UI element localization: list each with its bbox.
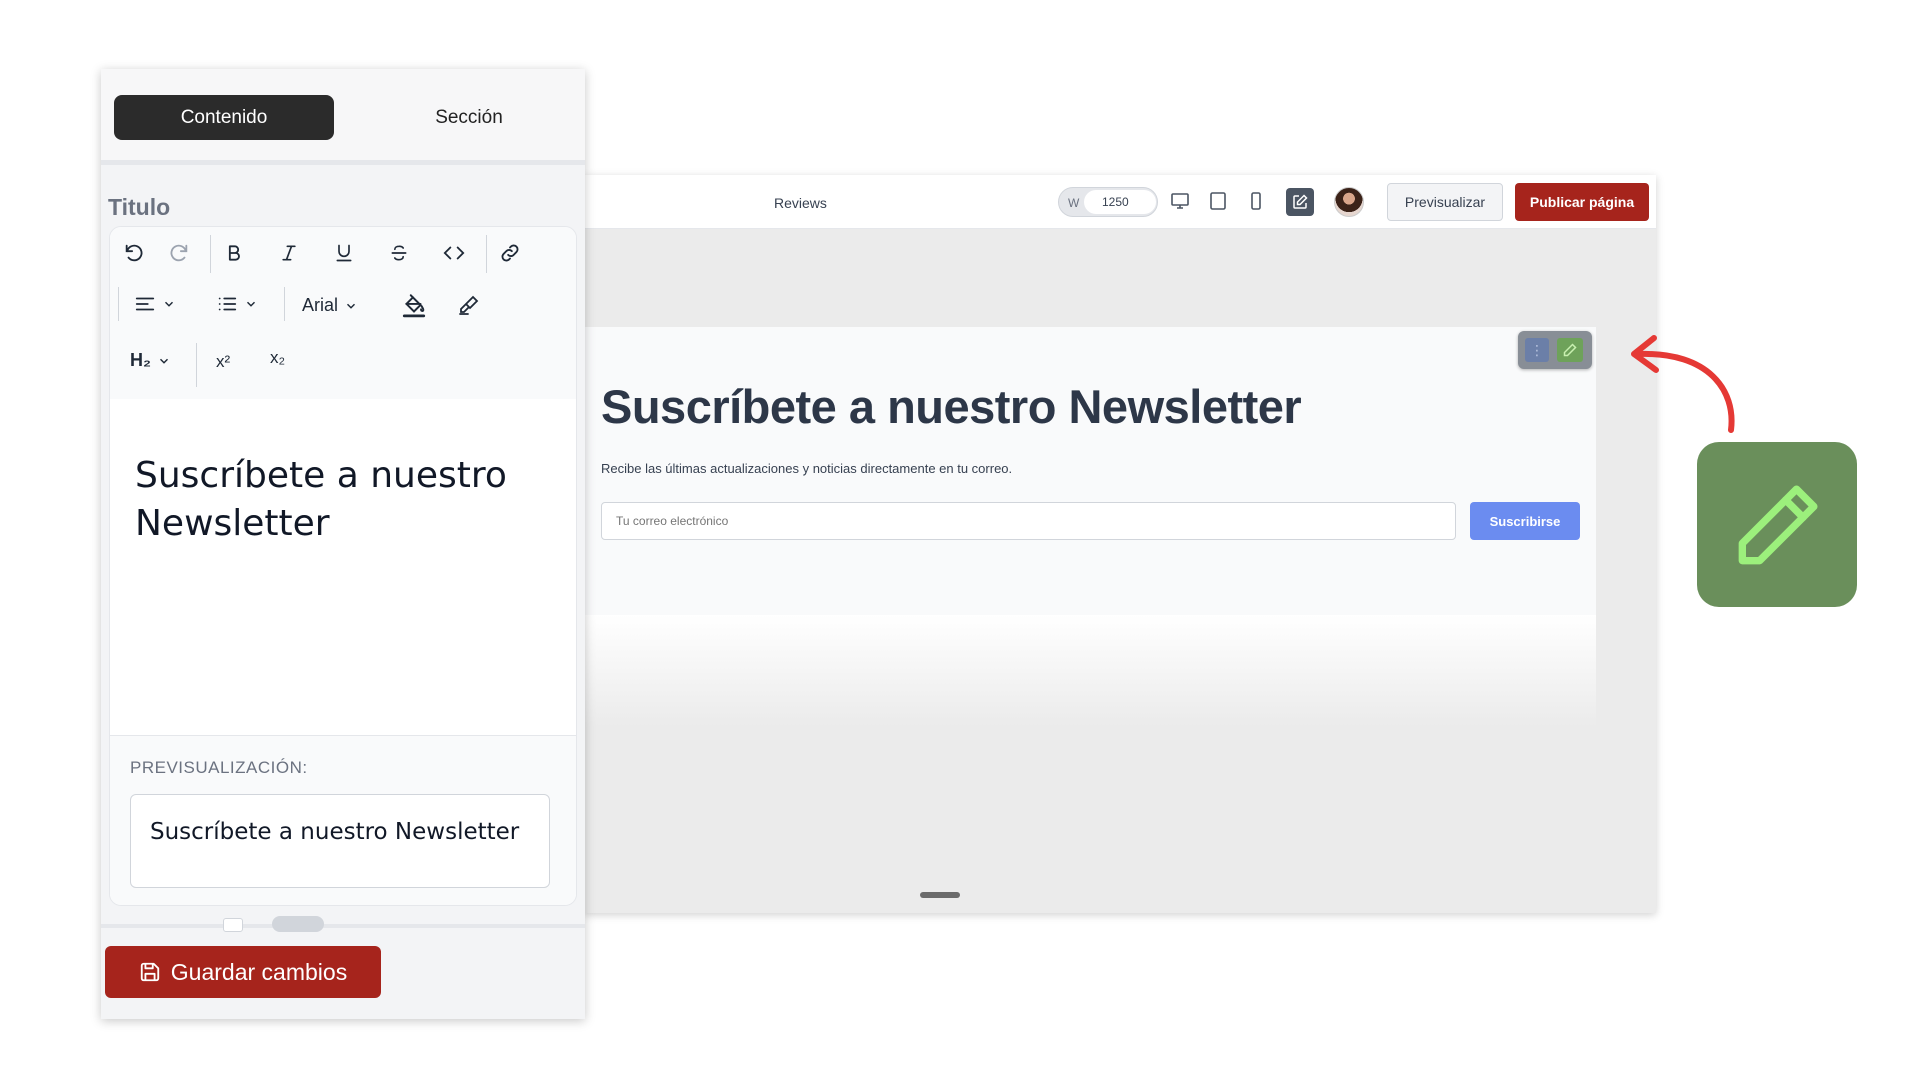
annotation-arrow-icon — [1631, 335, 1735, 433]
newsletter-title: Suscríbete a nuestro Newsletter — [601, 380, 1302, 433]
tab-seccion[interactable]: Sección — [359, 95, 579, 140]
toolbar-separator — [486, 235, 487, 273]
title-field-label: Titulo — [108, 194, 171, 220]
link-button[interactable] — [494, 237, 526, 269]
highlight-button[interactable] — [453, 289, 485, 321]
align-dropdown[interactable] — [134, 293, 176, 315]
bold-icon — [228, 245, 240, 261]
heading-dropdown[interactable]: H₂ — [130, 350, 171, 371]
fill-color-button[interactable] — [398, 289, 430, 321]
heading-value: H₂ — [130, 350, 151, 370]
email-input[interactable] — [601, 502, 1456, 540]
preview-card: Suscríbete a nuestro Newsletter — [130, 794, 550, 888]
pencil-icon — [1738, 485, 1818, 565]
chevron-down-icon — [347, 303, 356, 309]
edit-square-icon — [1293, 194, 1308, 209]
width-label: W — [1068, 196, 1080, 210]
align-left-icon — [135, 297, 155, 311]
panel-footer: Guardar cambios — [101, 916, 585, 1019]
redo-icon — [170, 244, 188, 262]
chevron-down-icon — [246, 301, 256, 307]
save-changes-button[interactable]: Guardar cambios — [105, 946, 381, 998]
newsletter-section[interactable]: ⋮ Suscríbete a nuestro Newsletter Recibe… — [584, 327, 1596, 615]
save-icon — [140, 962, 159, 982]
page-editor: Reviews W 1250 Previsualizar Publicar pá… — [584, 175, 1656, 913]
preview-area: PREVISUALIZACIÓN: Suscríbete a nuestro N… — [110, 735, 576, 905]
highlighted-edit-button — [1697, 442, 1857, 607]
tab-contenido[interactable]: Contenido — [114, 95, 334, 140]
toolbar-separator — [284, 287, 285, 321]
chevron-down-icon — [159, 358, 169, 364]
width-control[interactable]: W 1250 — [1058, 187, 1158, 217]
toolbar-separator — [196, 343, 197, 387]
resize-handle[interactable] — [920, 892, 960, 898]
list-dropdown[interactable] — [216, 293, 258, 315]
paint-bucket-icon — [402, 294, 426, 318]
pencil-icon — [1563, 343, 1577, 357]
section-edit-button[interactable] — [1557, 338, 1583, 362]
chevron-down-icon — [164, 301, 174, 307]
edit-mode-button[interactable] — [1286, 188, 1314, 216]
undo-button[interactable] — [118, 237, 150, 269]
superscript-button[interactable]: x² — [216, 352, 230, 372]
page-tab-reviews[interactable]: Reviews — [774, 195, 827, 211]
rte-content[interactable]: Suscríbete a nuestro Newsletter — [135, 452, 555, 548]
italic-icon — [282, 245, 296, 261]
partial-checkbox[interactable] — [223, 918, 243, 932]
font-family-value: Arial — [302, 295, 339, 315]
canvas-page: ⋮ Suscríbete a nuestro Newsletter Recibe… — [584, 327, 1596, 727]
strikethrough-button[interactable] — [383, 237, 415, 269]
section-toolbar: ⋮ — [1518, 331, 1592, 369]
list-icon — [218, 297, 237, 311]
toolbar-separator — [210, 235, 211, 273]
rte-toolbar: Arial H₂ x² x₂ — [110, 227, 576, 399]
bold-button[interactable] — [218, 237, 250, 269]
save-label: Guardar cambios — [170, 958, 348, 985]
editor-topbar: Reviews W 1250 Previsualizar Publicar pá… — [584, 175, 1656, 229]
underline-button[interactable] — [328, 237, 360, 269]
font-family-dropdown[interactable]: Arial — [302, 295, 358, 316]
code-icon — [443, 246, 465, 260]
publish-page-button[interactable]: Publicar página — [1515, 183, 1649, 221]
subscript-button[interactable]: x₂ — [270, 348, 285, 368]
subscribe-button[interactable]: Suscribirse — [1470, 502, 1580, 540]
code-button[interactable] — [438, 237, 470, 269]
rich-text-editor: Arial H₂ x² x₂ Suscríbete a nuestro News… — [109, 226, 577, 906]
italic-button[interactable] — [273, 237, 305, 269]
undo-icon — [125, 244, 143, 262]
highlighter-icon — [459, 295, 479, 315]
toolbar-separator — [118, 287, 119, 321]
more-options-icon[interactable]: ⋮ — [1525, 338, 1549, 362]
redo-button[interactable] — [163, 237, 195, 269]
underline-icon — [336, 244, 352, 262]
strikethrough-icon — [391, 245, 407, 261]
tablet-icon[interactable] — [1208, 191, 1228, 211]
width-input[interactable]: 1250 — [1084, 190, 1156, 214]
preview-button[interactable]: Previsualizar — [1387, 183, 1503, 221]
partial-toggle[interactable] — [272, 916, 324, 932]
panel-tabs: Contenido Sección — [101, 69, 585, 165]
preview-text: Suscríbete a nuestro Newsletter — [150, 819, 520, 845]
mobile-icon[interactable] — [1246, 191, 1266, 211]
newsletter-description: Recibe las últimas actualizaciones y not… — [601, 461, 1013, 476]
desktop-icon[interactable] — [1170, 191, 1190, 211]
link-icon — [501, 244, 519, 262]
user-avatar[interactable] — [1334, 187, 1364, 217]
settings-panel: Contenido Sección Titulo Arial H₂ x² x₂ … — [101, 69, 585, 1019]
preview-label: PREVISUALIZACIÓN: — [130, 758, 308, 777]
